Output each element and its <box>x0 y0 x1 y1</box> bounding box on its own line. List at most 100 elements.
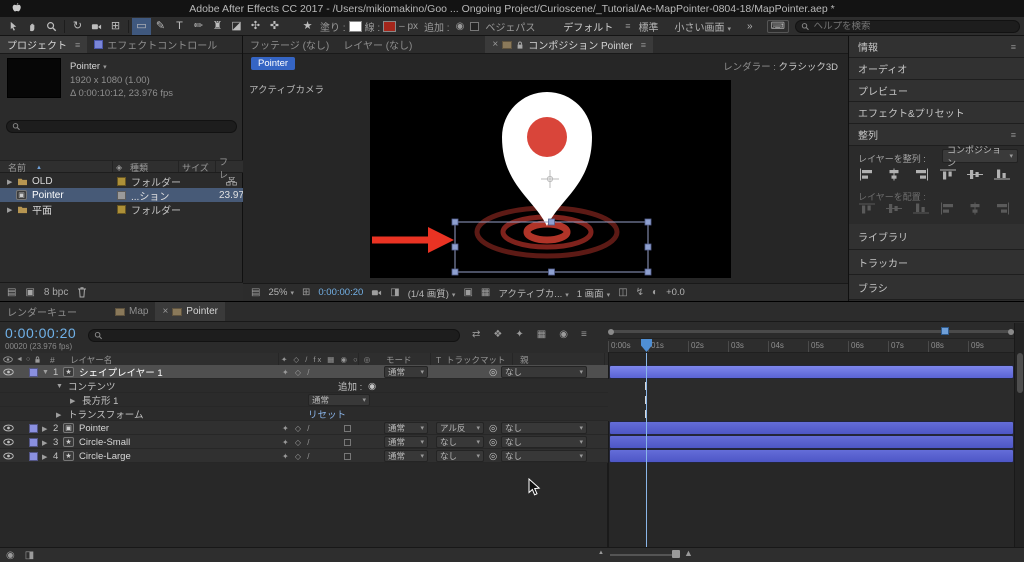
layer-color-label[interactable] <box>29 423 38 433</box>
lock-column-icon[interactable] <box>34 355 41 364</box>
expander-icon[interactable]: ▼ <box>56 383 63 390</box>
view-layout-dropdown[interactable]: 1 画面 <box>577 286 610 300</box>
property-name[interactable]: コンテンツ <box>68 379 116 393</box>
comp-nav-chip[interactable]: Pointer <box>251 57 296 70</box>
panel-menu-icon[interactable]: ≡ <box>641 40 646 50</box>
distribute-center-h-icon[interactable] <box>967 202 983 215</box>
composition-canvas[interactable] <box>370 80 731 278</box>
distribute-bottom-icon[interactable] <box>913 202 929 215</box>
layer-name[interactable]: シェイプレイヤー 1 <box>79 365 163 379</box>
selection-tool[interactable] <box>4 18 23 35</box>
bezier-path-checkbox[interactable] <box>470 21 480 31</box>
renderer-value[interactable]: クラシック3D <box>779 62 838 73</box>
layer-name[interactable]: Circle-Small <box>79 435 130 449</box>
keyboard-shortcuts-icon[interactable]: ⌨ <box>766 19 789 33</box>
track-matte-dropdown[interactable]: なし <box>436 436 484 448</box>
layer-name[interactable]: Pointer <box>79 421 109 435</box>
hand-tool[interactable] <box>23 18 42 35</box>
time-navigator[interactable] <box>608 326 1014 336</box>
collapse-transforms-checkbox[interactable] <box>344 438 351 446</box>
project-row-pointer[interactable]: ▣ Pointer ...ション 23.97 <box>0 188 244 203</box>
layer-row-4[interactable]: ▶ 4 ★ Circle-Large ✦ ◇ / 通常 なし ◎ なし <box>0 449 608 463</box>
current-timecode[interactable]: 0:00:00:20 <box>5 325 76 341</box>
expander-icon[interactable]: ▶ <box>7 178 12 186</box>
add-target-icon[interactable]: ◉ <box>456 21 465 32</box>
layer-bar-1[interactable] <box>610 366 1013 378</box>
layer-row-1[interactable]: ▼ 1 ★ シェイプレイヤー 1 ✦ ◇ / 通常 ◎ なし <box>0 365 608 379</box>
apple-logo-icon[interactable] <box>10 2 22 15</box>
shy-layers-icon[interactable]: ✦ <box>515 329 523 340</box>
column-name[interactable]: 名前 <box>8 161 26 174</box>
parent-dropdown[interactable]: なし <box>501 436 587 448</box>
grid-guides-icon[interactable]: ⊞ <box>302 287 310 298</box>
exposure-icon[interactable]: ◐ <box>652 287 658 298</box>
property-name[interactable]: トランスフォーム <box>68 407 144 421</box>
layer-switches[interactable]: ✦ ◇ / <box>282 421 312 435</box>
stroke-width-value[interactable]: – px <box>399 21 418 32</box>
eye-icon[interactable] <box>3 424 14 432</box>
item-name[interactable]: OLD <box>32 174 53 188</box>
project-columns-header[interactable]: 名前 ▲ ◈ 種類 サイズ フレ... <box>0 157 243 180</box>
project-row-old[interactable]: ▶ OLD フォルダー <box>0 174 243 189</box>
align-bottom-icon[interactable] <box>994 168 1010 181</box>
eye-icon[interactable] <box>3 452 14 460</box>
exposure-value[interactable]: +0.0 <box>666 287 685 298</box>
rotate-tool[interactable]: ↻ <box>68 18 87 35</box>
help-search-input[interactable] <box>813 20 1014 32</box>
close-icon[interactable]: × <box>162 306 168 317</box>
layer-bar-3[interactable] <box>610 436 1013 448</box>
eye-column-icon[interactable] <box>3 356 13 363</box>
workspace-standard[interactable]: 標準 <box>638 19 658 34</box>
timeline-scrollbar[interactable] <box>1014 323 1024 547</box>
frame-blend-icon[interactable]: ▦ <box>537 329 546 340</box>
label-color[interactable] <box>117 190 126 200</box>
tab-project[interactable]: プロジェクト ≡ <box>0 36 88 53</box>
workspace-small-screen[interactable]: 小さい画面 <box>674 19 731 34</box>
distribute-middle-v-icon[interactable] <box>886 202 902 215</box>
transparency-grid-icon[interactable]: ▦ <box>481 287 490 298</box>
timeline-zoom-track[interactable] <box>610 554 678 556</box>
blend-mode-dropdown[interactable]: 通常 <box>384 436 428 448</box>
tab-render-queue[interactable]: レンダーキュー <box>0 302 84 321</box>
close-icon[interactable]: × <box>492 39 498 50</box>
navigator-track[interactable] <box>608 330 1014 333</box>
workspace-default[interactable]: デフォルト <box>563 19 613 34</box>
panel-menu-icon[interactable]: ≡ <box>1011 130 1016 140</box>
tab-footage[interactable]: フッテージ (なし) <box>243 36 336 53</box>
layer-color-label[interactable] <box>29 367 38 377</box>
item-name[interactable]: 平面 <box>32 202 52 217</box>
trash-icon[interactable] <box>77 286 87 298</box>
shape-star-option[interactable]: ★ <box>298 18 317 35</box>
parent-pickwhip-icon[interactable]: ◎ <box>489 365 497 379</box>
track-matte-dropdown[interactable]: なし <box>436 450 484 462</box>
distribute-right-icon[interactable] <box>994 202 1010 215</box>
draft-3d-icon[interactable]: ❖ <box>493 329 502 340</box>
map-pin-shape[interactable] <box>502 92 592 226</box>
mini-flowchart-icon[interactable]: ⇄ <box>472 329 480 340</box>
timeline-zoom-thumb[interactable] <box>672 550 680 558</box>
parent-dropdown[interactable]: なし <box>501 366 587 378</box>
blend-mode-dropdown[interactable]: 通常 <box>384 366 428 378</box>
shape-tool[interactable]: ▭ <box>132 17 151 35</box>
collapse-transforms-checkbox[interactable] <box>344 424 351 432</box>
column-type[interactable]: 種類 <box>130 161 148 174</box>
timeline-search[interactable] <box>88 329 460 342</box>
panel-menu-icon[interactable]: ≡ <box>1011 42 1016 52</box>
eye-icon[interactable] <box>3 368 14 376</box>
tab-pointer[interactable]: × Pointer <box>155 302 225 321</box>
layer-switches[interactable]: ✦ ◇ / <box>282 435 312 449</box>
align-left-icon[interactable] <box>859 168 875 181</box>
tab-layer[interactable]: レイヤー (なし) <box>336 36 419 53</box>
layer-switches[interactable]: ✦ ◇ / <box>282 365 312 379</box>
layer-name[interactable]: Circle-Large <box>79 449 131 463</box>
renderer-control[interactable]: レンダラー : クラシック3D <box>723 59 838 73</box>
comp-marker[interactable] <box>941 327 949 335</box>
fast-previews-icon[interactable]: ↯ <box>636 287 644 298</box>
layer-color-label[interactable] <box>29 437 38 447</box>
tab-effect-controls[interactable]: エフェクトコントロール <box>87 36 224 53</box>
playhead-line[interactable] <box>646 353 647 547</box>
text-tool[interactable]: T <box>170 18 189 35</box>
new-folder-icon[interactable]: ▣ <box>25 287 34 298</box>
reset-link[interactable]: リセット <box>308 407 346 421</box>
group-blend-mode-dropdown[interactable]: 通常 <box>308 394 370 406</box>
